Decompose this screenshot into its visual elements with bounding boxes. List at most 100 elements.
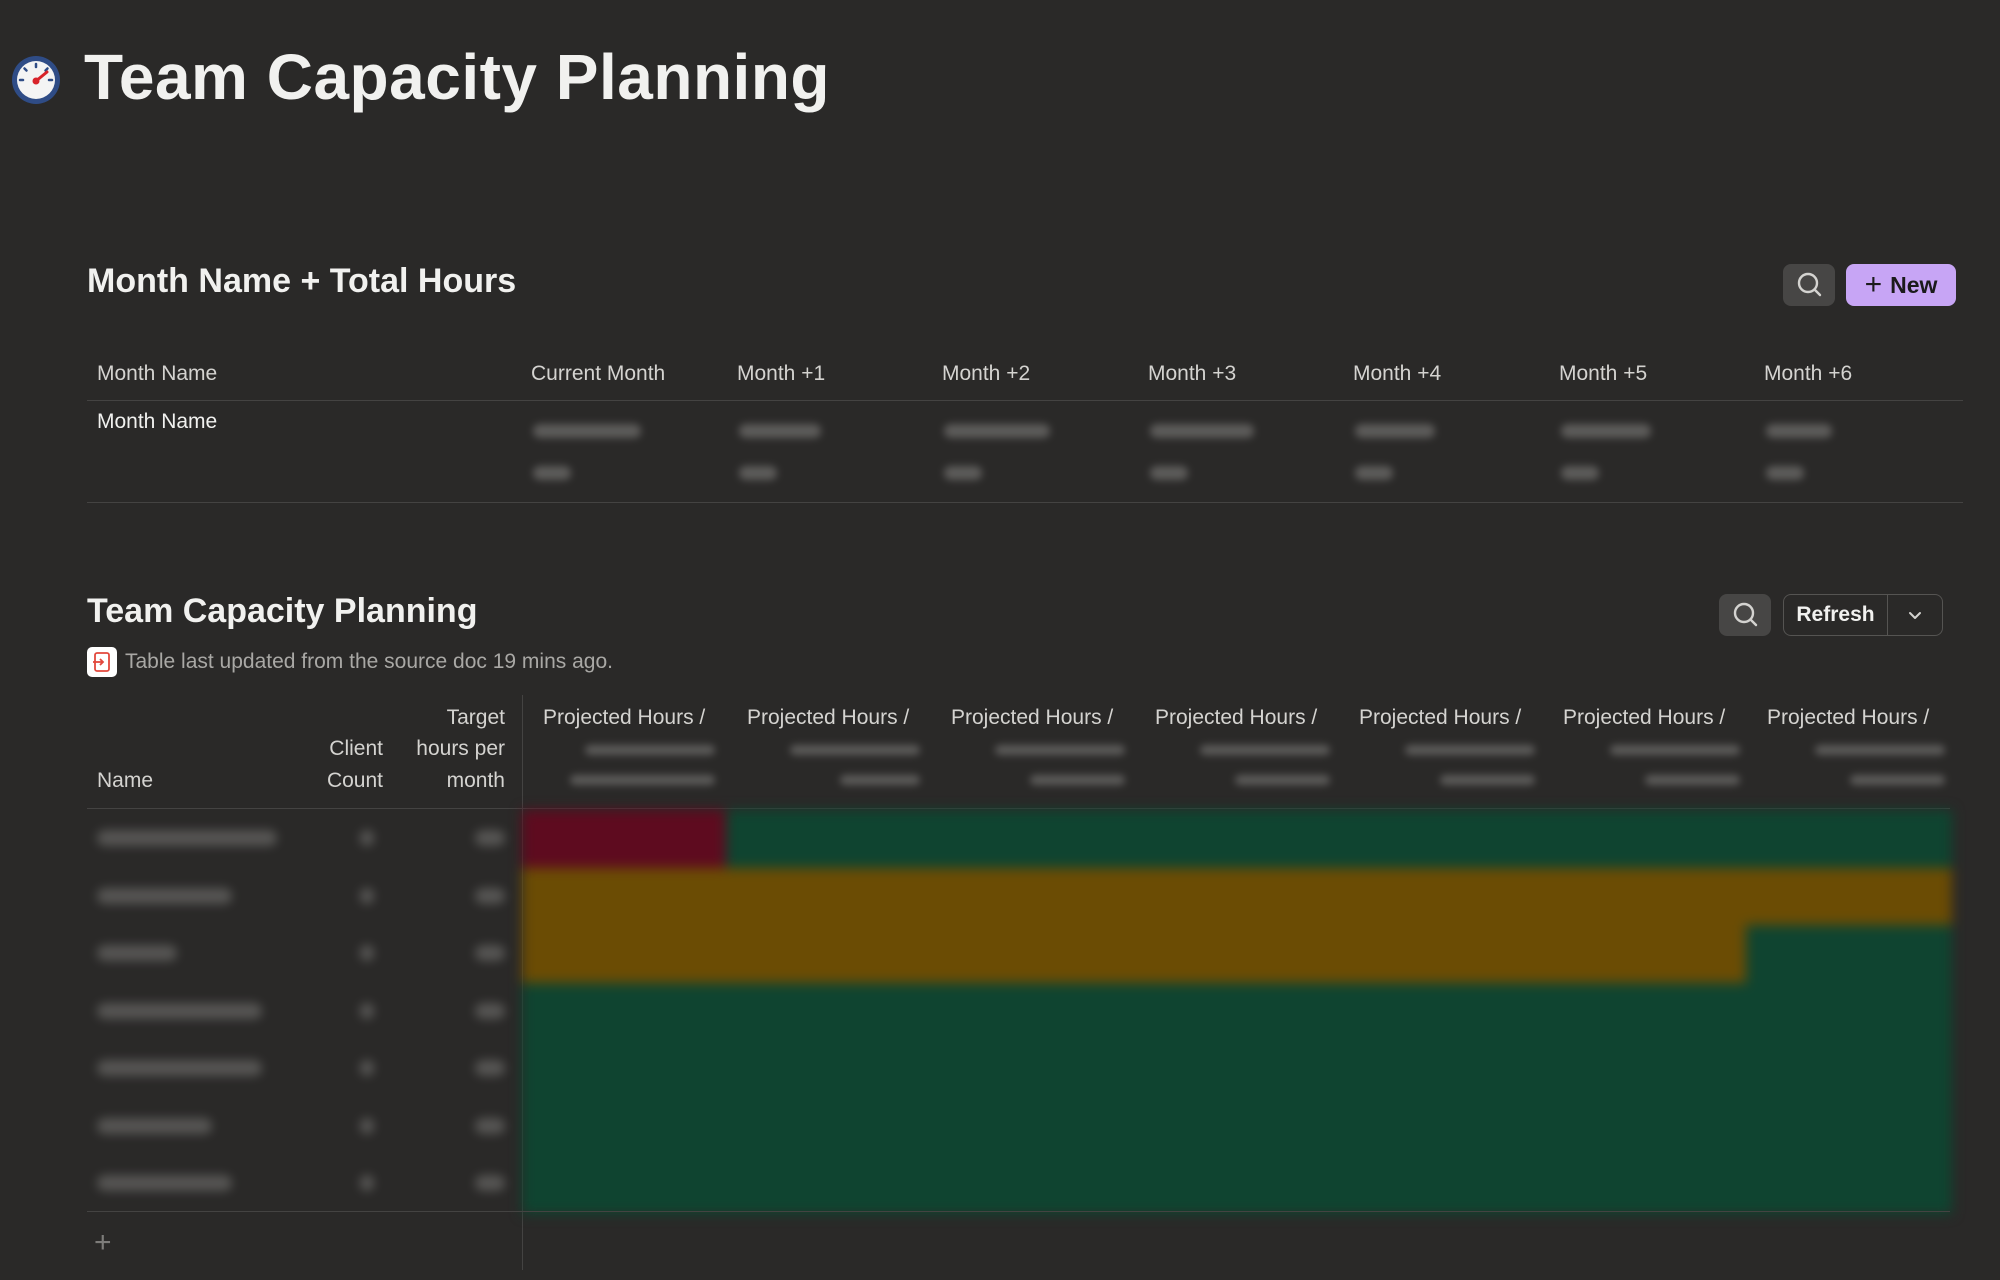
- heatmap-cell[interactable]: [726, 925, 932, 984]
- column-header-projected[interactable]: Projected Hours /: [1155, 703, 1317, 733]
- heatmap-cell[interactable]: [726, 1040, 932, 1099]
- heatmap-cell[interactable]: [726, 982, 932, 1041]
- row-target-hours-cell[interactable]: [475, 1060, 505, 1076]
- heatmap-cell[interactable]: [1338, 925, 1544, 984]
- heatmap-cell[interactable]: [1746, 1040, 1952, 1099]
- blurred-cell: [1440, 775, 1535, 785]
- column-header-target-hours[interactable]: Target: [390, 703, 505, 733]
- heatmap-cell[interactable]: [1134, 1155, 1340, 1214]
- column-header[interactable]: Month +4: [1353, 352, 1441, 396]
- row-name-cell[interactable]: [97, 887, 232, 904]
- column-header[interactable]: Month +1: [737, 352, 825, 396]
- row-client-count-cell[interactable]: [360, 830, 374, 846]
- heatmap-cell[interactable]: [1338, 867, 1544, 926]
- row-name-cell[interactable]: [97, 1002, 262, 1019]
- heatmap-cell[interactable]: [930, 925, 1136, 984]
- heatmap-cell[interactable]: [930, 1097, 1136, 1156]
- heatmap-cell[interactable]: [522, 925, 728, 984]
- heatmap-cell[interactable]: [1542, 982, 1748, 1041]
- row-name-cell[interactable]: [97, 1175, 232, 1191]
- heatmap-cell[interactable]: [726, 867, 932, 926]
- row-client-count-cell[interactable]: [360, 945, 374, 961]
- blurred-cell: [1235, 775, 1330, 785]
- column-header-name[interactable]: Name: [97, 766, 153, 796]
- new-button[interactable]: + New: [1846, 264, 1956, 306]
- column-header[interactable]: Current Month: [531, 352, 665, 396]
- heatmap-cell[interactable]: [1746, 925, 1952, 984]
- heatmap-cell[interactable]: [522, 867, 728, 926]
- column-header-projected[interactable]: Projected Hours /: [543, 703, 705, 733]
- heatmap-cell[interactable]: [1746, 810, 1952, 869]
- row-name-cell[interactable]: [97, 1117, 212, 1134]
- heatmap-cell[interactable]: [1542, 925, 1748, 984]
- heatmap-cell[interactable]: [522, 1155, 728, 1214]
- row-name-cell[interactable]: [97, 945, 177, 961]
- heatmap-cell[interactable]: [522, 1040, 728, 1099]
- column-header-projected[interactable]: Projected Hours /: [747, 703, 909, 733]
- column-header[interactable]: Month Name: [97, 352, 217, 396]
- column-header-client-count[interactable]: Count: [300, 766, 383, 796]
- row-name-cell[interactable]: [97, 830, 277, 846]
- search-button[interactable]: [1783, 264, 1835, 306]
- heatmap-cell[interactable]: [930, 810, 1136, 869]
- heatmap-cell[interactable]: [1542, 1040, 1748, 1099]
- heatmap-cell[interactable]: [930, 1040, 1136, 1099]
- row-client-count-cell[interactable]: [360, 1060, 374, 1076]
- column-header-projected[interactable]: Projected Hours /: [1767, 703, 1929, 733]
- heatmap-cell[interactable]: [1338, 1155, 1544, 1214]
- heatmap-cell[interactable]: [1542, 1155, 1748, 1214]
- heatmap-cell[interactable]: [1338, 1040, 1544, 1099]
- column-header[interactable]: Month +5: [1559, 352, 1647, 396]
- row-client-count-cell[interactable]: [360, 1175, 374, 1191]
- refresh-options-button[interactable]: [1888, 595, 1942, 635]
- heatmap-cell[interactable]: [1746, 867, 1952, 926]
- heatmap-cell[interactable]: [1338, 1097, 1544, 1156]
- heatmap-cell[interactable]: [930, 982, 1136, 1041]
- heatmap-cell[interactable]: [1134, 1040, 1340, 1099]
- row-client-count-cell[interactable]: [360, 887, 374, 904]
- row-target-hours-cell[interactable]: [475, 945, 505, 961]
- row-target-hours-cell[interactable]: [475, 1117, 505, 1134]
- heatmap-cell[interactable]: [522, 982, 728, 1041]
- heatmap-cell[interactable]: [726, 810, 932, 869]
- column-header[interactable]: Month +3: [1148, 352, 1236, 396]
- heatmap-cell[interactable]: [726, 1097, 932, 1156]
- column-header-target-hours[interactable]: hours per: [390, 734, 505, 764]
- add-row-icon[interactable]: +: [94, 1228, 112, 1258]
- row-client-count-cell[interactable]: [360, 1117, 374, 1134]
- refresh-button[interactable]: Refresh: [1784, 595, 1888, 635]
- row-target-hours-cell[interactable]: [475, 1002, 505, 1019]
- heatmap-cell[interactable]: [522, 810, 728, 869]
- search-button[interactable]: [1719, 594, 1771, 636]
- row-label[interactable]: Month Name: [97, 410, 217, 434]
- row-target-hours-cell[interactable]: [475, 830, 505, 846]
- column-header-projected[interactable]: Projected Hours /: [1563, 703, 1725, 733]
- heatmap-cell[interactable]: [1134, 810, 1340, 869]
- heatmap-cell[interactable]: [1134, 867, 1340, 926]
- heatmap-cell[interactable]: [522, 1097, 728, 1156]
- heatmap-cell[interactable]: [1338, 982, 1544, 1041]
- column-header[interactable]: Month +2: [942, 352, 1030, 396]
- heatmap-cell[interactable]: [1746, 1155, 1952, 1214]
- heatmap-cell[interactable]: [930, 867, 1136, 926]
- heatmap-cell[interactable]: [1746, 982, 1952, 1041]
- row-name-cell[interactable]: [97, 1060, 262, 1076]
- row-client-count-cell[interactable]: [360, 1002, 374, 1019]
- row-target-hours-cell[interactable]: [475, 887, 505, 904]
- heatmap-cell[interactable]: [1542, 1097, 1748, 1156]
- heatmap-cell[interactable]: [1134, 1097, 1340, 1156]
- heatmap-cell[interactable]: [1338, 810, 1544, 869]
- column-header[interactable]: Month +6: [1764, 352, 1852, 396]
- heatmap-cell[interactable]: [1134, 982, 1340, 1041]
- heatmap-cell[interactable]: [1542, 867, 1748, 926]
- column-header-projected[interactable]: Projected Hours /: [951, 703, 1113, 733]
- column-header-target-hours[interactable]: month: [390, 766, 505, 796]
- heatmap-cell[interactable]: [1134, 925, 1340, 984]
- heatmap-cell[interactable]: [726, 1155, 932, 1214]
- column-header-client-count[interactable]: Client: [300, 734, 383, 764]
- heatmap-cell[interactable]: [1542, 810, 1748, 869]
- column-header-projected[interactable]: Projected Hours /: [1359, 703, 1521, 733]
- heatmap-cell[interactable]: [1746, 1097, 1952, 1156]
- row-target-hours-cell[interactable]: [475, 1175, 505, 1191]
- heatmap-cell[interactable]: [930, 1155, 1136, 1214]
